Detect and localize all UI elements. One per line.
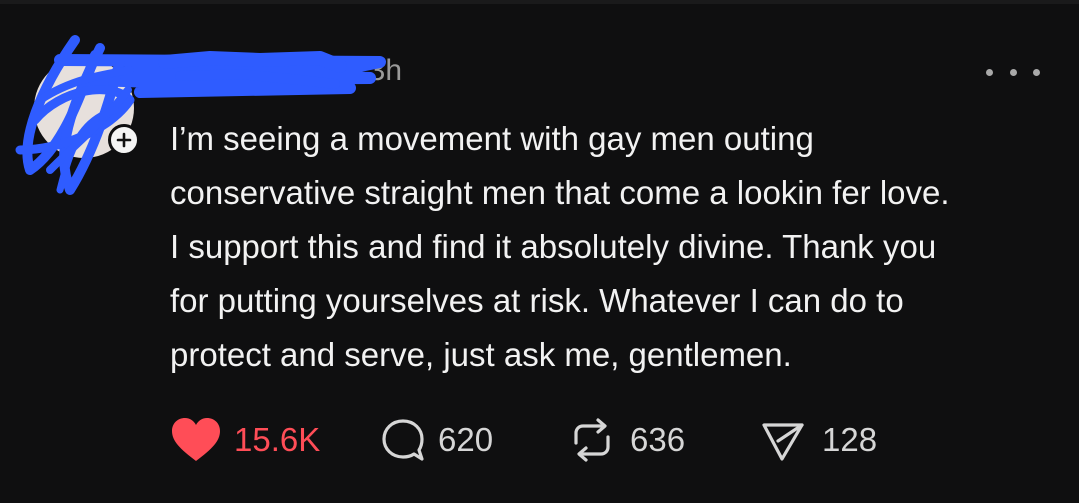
comment-bubble-icon <box>382 419 424 461</box>
top-divider <box>0 0 1079 4</box>
more-options-button[interactable] <box>986 58 1040 86</box>
heart-filled-icon <box>172 418 220 461</box>
comment-count: 620 <box>438 421 494 458</box>
share-button[interactable]: 128 <box>760 417 877 463</box>
username[interactable] <box>165 52 335 86</box>
post-text: I’m seeing a movement with gay men outin… <box>170 120 950 373</box>
repost-button[interactable]: 636 <box>568 417 760 463</box>
more-horizontal-icon-dot <box>1009 68 1017 76</box>
follow-badge[interactable] <box>108 124 140 156</box>
more-horizontal-icon-dot <box>1033 68 1040 76</box>
repost-count: 636 <box>630 421 686 458</box>
plus-icon <box>116 132 132 148</box>
share-count: 128 <box>822 421 878 458</box>
action-bar: 15.6K 620 636 128 <box>170 415 877 465</box>
comment-button[interactable]: 620 <box>380 417 568 463</box>
timestamp: 13h <box>352 54 403 87</box>
repost-arrows-icon <box>574 418 610 462</box>
like-button[interactable]: 15.6K <box>170 417 380 463</box>
send-paper-plane-icon <box>762 423 804 461</box>
more-horizontal-icon <box>986 68 993 76</box>
like-count: 15.6K <box>234 421 321 458</box>
post-container: 13h I’m seeing a movement with gay men o… <box>0 0 1079 503</box>
